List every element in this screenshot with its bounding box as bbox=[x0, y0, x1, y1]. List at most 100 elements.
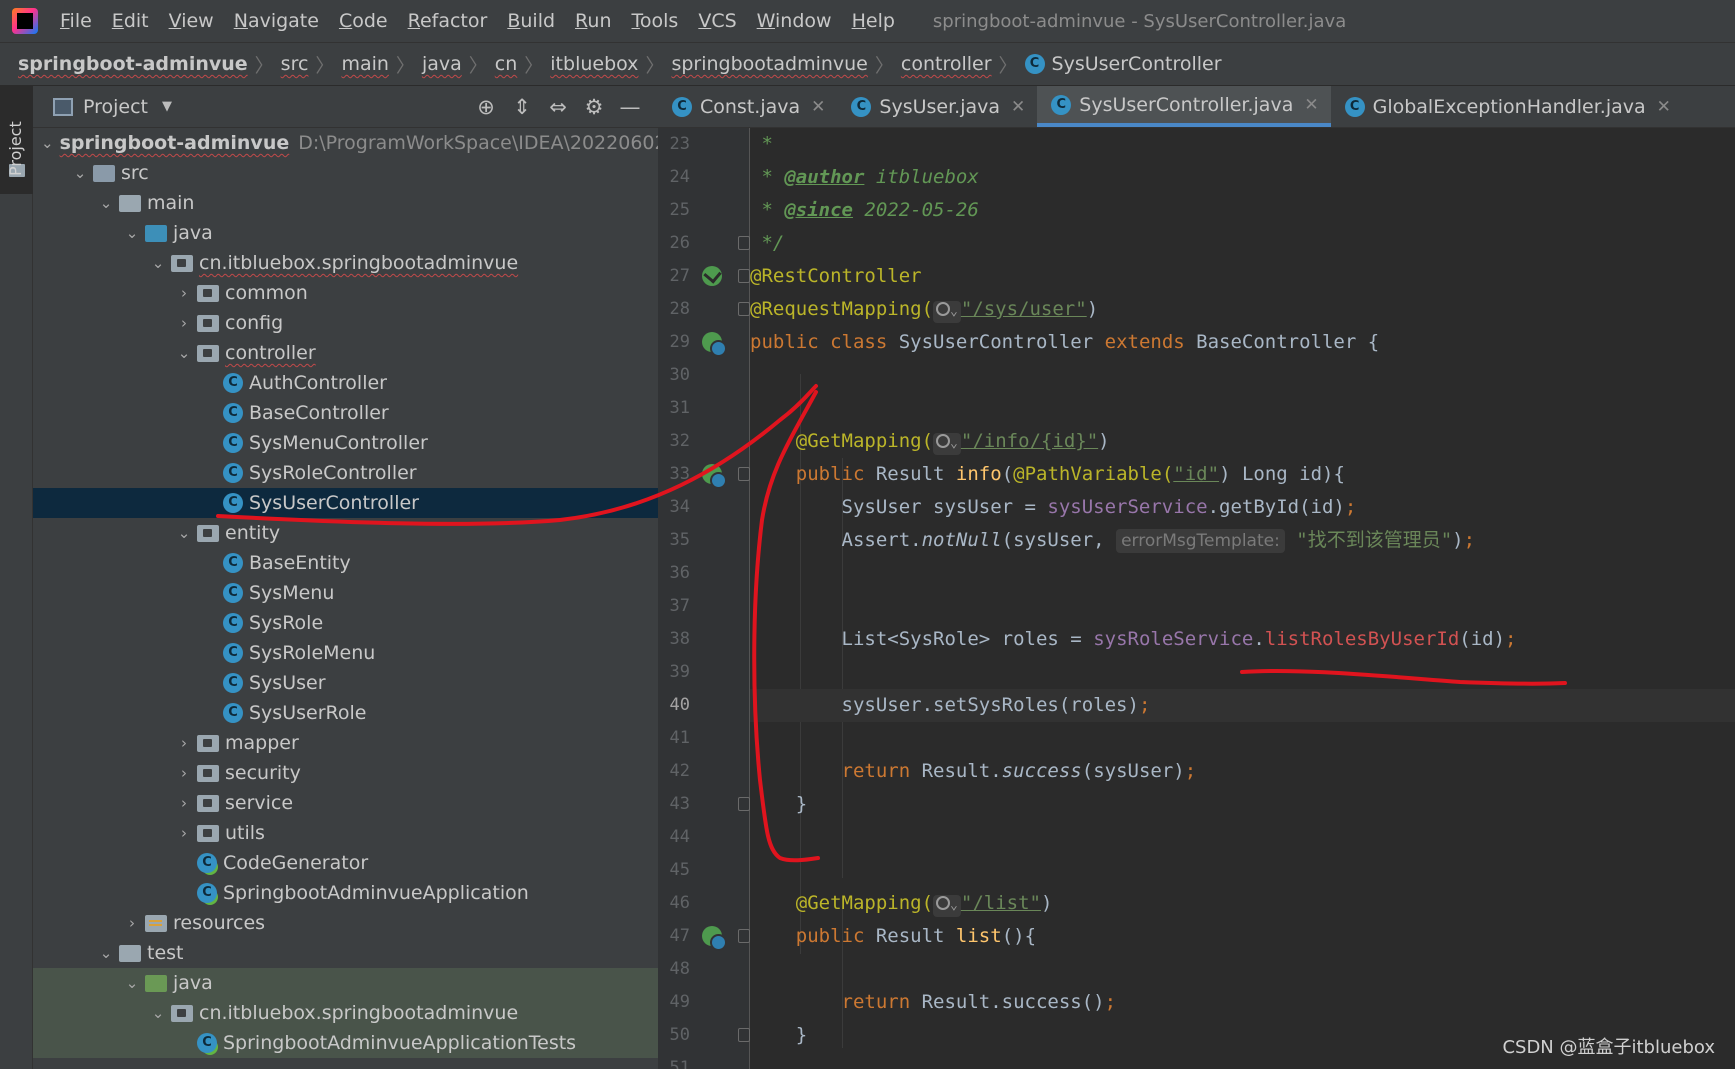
tree-item[interactable]: ⌄ springboot-adminvue D:\ProgramWorkSpace\… bbox=[33, 128, 658, 158]
menu-run[interactable]: Run bbox=[565, 10, 621, 32]
tree-item[interactable]: C SysUserController bbox=[33, 488, 658, 518]
menu-edit[interactable]: Edit bbox=[102, 10, 159, 32]
editor-tab[interactable]: C Const.java ✕ bbox=[658, 86, 837, 127]
menu-help[interactable]: Help bbox=[842, 10, 905, 32]
menu-refactor[interactable]: Refactor bbox=[398, 10, 498, 32]
menu-build[interactable]: Build bbox=[497, 10, 565, 32]
chevron-down-icon[interactable]: ⌄ bbox=[145, 254, 171, 272]
tree-item[interactable]: C SysRoleMenu bbox=[33, 638, 658, 668]
code-editor[interactable]: 23 24 25 26 27 28 29 30 31 32 33 34 35 36 37 38 39 40 41 42… bbox=[658, 128, 1735, 1069]
tree-item[interactable]: C SysMenuController bbox=[33, 428, 658, 458]
chevron-right-icon[interactable]: › bbox=[171, 764, 197, 782]
tree-item[interactable]: ⌄ main bbox=[33, 188, 658, 218]
breadcrumb-item-itbluebox[interactable]: itbluebox bbox=[550, 53, 638, 75]
close-icon[interactable]: ✕ bbox=[1011, 97, 1025, 117]
breadcrumb-item-controller[interactable]: controller bbox=[901, 53, 992, 75]
tree-item[interactable]: C SpringbootAdminvueApplicationTests bbox=[33, 1028, 658, 1058]
chevron-down-icon[interactable]: ⌄ bbox=[145, 1004, 171, 1022]
request-mapping-icon[interactable] bbox=[702, 926, 727, 951]
project-tool-tab[interactable]: Project bbox=[0, 86, 33, 194]
chevron-down-icon[interactable]: ⌄ bbox=[67, 164, 93, 182]
fold-marker-icon[interactable] bbox=[738, 1028, 750, 1042]
gear-icon[interactable]: ⚙ bbox=[576, 95, 612, 119]
chevron-right-icon[interactable]: › bbox=[119, 914, 145, 932]
breadcrumb-item-java[interactable]: java bbox=[422, 53, 462, 75]
tree-item[interactable]: ⌄ controller bbox=[33, 338, 658, 368]
locate-icon[interactable]: ⊕ bbox=[468, 95, 504, 119]
tree-item[interactable]: › service bbox=[33, 788, 658, 818]
editor-tab[interactable]: C GlobalExceptionHandler.java ✕ bbox=[1331, 86, 1683, 127]
fold-marker-icon[interactable] bbox=[738, 236, 750, 250]
fold-marker-icon[interactable] bbox=[738, 797, 750, 811]
close-icon[interactable]: ✕ bbox=[1657, 97, 1671, 117]
collapse-all-icon[interactable]: ⇔ bbox=[540, 95, 576, 119]
chevron-right-icon[interactable]: › bbox=[171, 314, 197, 332]
breadcrumb-item-main[interactable]: main bbox=[341, 53, 388, 75]
tree-item[interactable]: ⌄ src bbox=[33, 158, 658, 188]
spring-bean-icon[interactable] bbox=[702, 266, 722, 286]
editor-tab[interactable]: C SysUserController.java ✕ bbox=[1037, 86, 1331, 127]
chevron-down-icon[interactable]: ⌄ bbox=[119, 974, 145, 992]
close-icon[interactable]: ✕ bbox=[811, 97, 825, 117]
minimize-icon[interactable]: — bbox=[612, 95, 648, 119]
chevron-right-icon[interactable]: › bbox=[171, 794, 197, 812]
code-area[interactable]: * * @author itbluebox * @since 2022-05-2… bbox=[750, 128, 1735, 1069]
fold-marker-icon[interactable] bbox=[738, 269, 750, 283]
chevron-down-icon[interactable]: ▼ bbox=[162, 99, 172, 114]
editor-tab[interactable]: C SysUser.java ✕ bbox=[837, 86, 1037, 127]
tree-item[interactable]: C BaseController bbox=[33, 398, 658, 428]
request-mapping-icon[interactable] bbox=[702, 464, 727, 489]
breadcrumb-item-src[interactable]: src bbox=[281, 53, 309, 75]
chevron-down-icon[interactable]: ⌄ bbox=[171, 524, 197, 542]
web-url-icon[interactable]: ⌄ bbox=[933, 433, 961, 455]
tree-item[interactable]: › mapper bbox=[33, 728, 658, 758]
tree-item[interactable]: › utils bbox=[33, 818, 658, 848]
fold-marker-icon[interactable] bbox=[738, 302, 750, 316]
web-url-icon[interactable]: ⌄ bbox=[933, 895, 961, 917]
tree-item[interactable]: C SysRoleController bbox=[33, 458, 658, 488]
tree-item[interactable]: C SysRole bbox=[33, 608, 658, 638]
breadcrumb-item-springbootadminvue[interactable]: springbootadminvue bbox=[671, 53, 867, 75]
menu-window[interactable]: Window bbox=[747, 10, 842, 32]
chevron-down-icon[interactable]: ⌄ bbox=[93, 944, 119, 962]
expand-all-icon[interactable]: ⇕ bbox=[504, 95, 540, 119]
tree-item[interactable]: C AuthController bbox=[33, 368, 658, 398]
tree-item[interactable]: ⌄ java bbox=[33, 218, 658, 248]
tree-item[interactable]: C SpringbootAdminvueApplication bbox=[33, 878, 658, 908]
fold-marker-icon[interactable] bbox=[738, 929, 750, 943]
tree-item[interactable]: › config bbox=[33, 308, 658, 338]
tree-item[interactable]: › security bbox=[33, 758, 658, 788]
chevron-down-icon[interactable]: ⌄ bbox=[41, 134, 54, 152]
tree-item[interactable]: ⌄ entity bbox=[33, 518, 658, 548]
tree-item[interactable]: ⌄ java bbox=[33, 968, 658, 998]
menu-view[interactable]: View bbox=[159, 10, 224, 32]
close-icon[interactable]: ✕ bbox=[1304, 95, 1318, 115]
request-mapping-icon[interactable] bbox=[702, 332, 727, 357]
chevron-right-icon[interactable]: › bbox=[171, 824, 197, 842]
tree-item[interactable]: C SysUserRole bbox=[33, 698, 658, 728]
menu-navigate[interactable]: Navigate bbox=[224, 10, 329, 32]
tree-item[interactable]: C SysUser bbox=[33, 668, 658, 698]
tree-item[interactable]: C CodeGenerator bbox=[33, 848, 658, 878]
tree-item[interactable]: ⌄ test bbox=[33, 938, 658, 968]
tree-item[interactable]: ⌄ cn.itbluebox.springbootadminvue bbox=[33, 248, 658, 278]
chevron-right-icon[interactable]: › bbox=[171, 734, 197, 752]
chevron-down-icon[interactable]: ⌄ bbox=[171, 344, 197, 362]
menu-tools[interactable]: Tools bbox=[622, 10, 689, 32]
menu-file[interactable]: File bbox=[50, 10, 102, 32]
menu-vcs[interactable]: VCS bbox=[688, 10, 746, 32]
tree-item[interactable]: C BaseEntity bbox=[33, 548, 658, 578]
breadcrumb-item-cn[interactable]: cn bbox=[495, 53, 518, 75]
chevron-right-icon[interactable]: › bbox=[171, 284, 197, 302]
fold-marker-icon[interactable] bbox=[738, 467, 750, 481]
breadcrumb-item-project[interactable]: springboot-adminvue bbox=[18, 53, 248, 75]
tree-item[interactable]: C SysMenu bbox=[33, 578, 658, 608]
tree-item[interactable]: › resources bbox=[33, 908, 658, 938]
tree-item[interactable]: › common bbox=[33, 278, 658, 308]
breadcrumb-item-class[interactable]: SysUserController bbox=[1052, 53, 1222, 75]
menu-code[interactable]: Code bbox=[329, 10, 398, 32]
chevron-down-icon[interactable]: ⌄ bbox=[119, 224, 145, 242]
chevron-down-icon[interactable]: ⌄ bbox=[93, 194, 119, 212]
project-panel-title[interactable]: Project bbox=[83, 96, 148, 118]
tree-item[interactable]: ⌄ cn.itbluebox.springbootadminvue bbox=[33, 998, 658, 1028]
